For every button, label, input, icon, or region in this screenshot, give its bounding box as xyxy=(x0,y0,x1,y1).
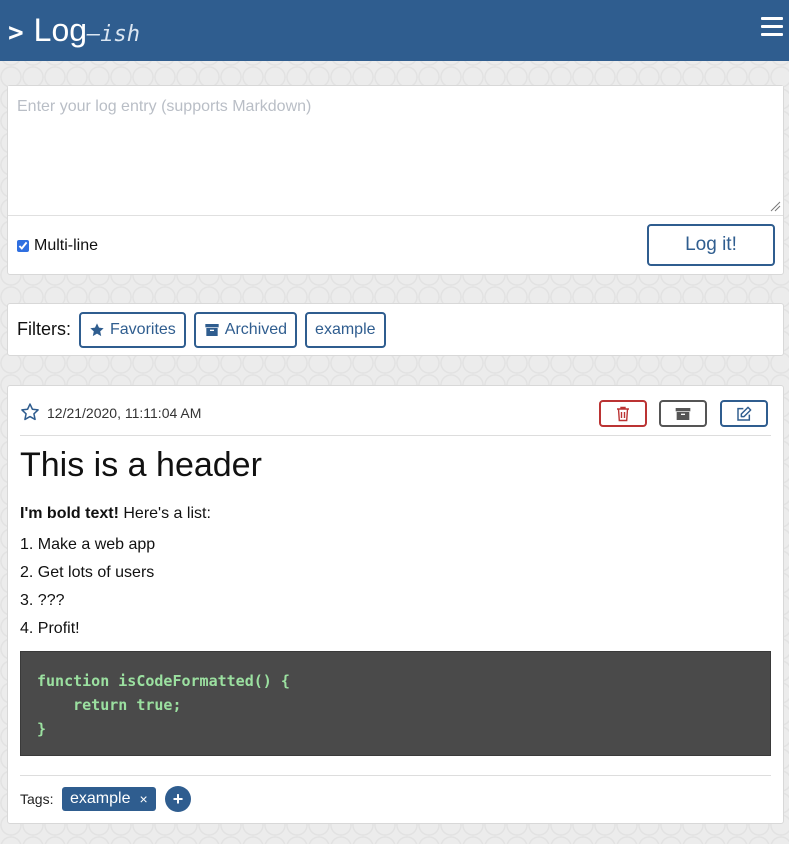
list-item: 4. Profit! xyxy=(20,620,80,637)
log-it-button[interactable]: Log it! xyxy=(647,224,775,266)
multiline-checkbox[interactable] xyxy=(17,240,29,252)
prompt-symbol: > xyxy=(8,18,24,48)
log-bold-text: I'm bold text! xyxy=(20,505,119,522)
multiline-label: Multi-line xyxy=(34,237,99,254)
filter-tag-label: example xyxy=(315,320,376,338)
star-icon xyxy=(90,322,104,336)
log-entry-body: This is a header I'm bold text! Here's a… xyxy=(20,446,771,756)
add-tag-button[interactable]: + xyxy=(165,786,191,812)
log-entry-header: 12/21/2020, 11:11:04 AM xyxy=(20,400,771,436)
filter-archived-label: Archived xyxy=(224,320,288,338)
list-item: 2. Get lots of users xyxy=(20,564,155,581)
delete-button[interactable] xyxy=(599,400,647,427)
log-list: 1. Make a web app 2. Get lots of users 3… xyxy=(20,533,771,645)
filter-tag-example-button[interactable]: example xyxy=(305,311,386,348)
hamburger-menu-icon[interactable] xyxy=(761,17,783,37)
app-title-suffix: —ish xyxy=(87,22,141,47)
log-timestamp: 12/21/2020, 11:11:04 AM xyxy=(47,405,202,421)
log-entry-input[interactable] xyxy=(8,86,783,216)
log-paragraph: I'm bold text! Here's a list: xyxy=(20,505,771,523)
list-item: 3. ??? xyxy=(20,592,65,609)
entry-card: Multi-line Log it! xyxy=(7,85,784,275)
app-title: Log xyxy=(33,12,88,48)
log-text: Here's a list: xyxy=(118,505,211,522)
filter-favorites-button[interactable]: Favorites xyxy=(79,311,186,348)
filter-favorites-label: Favorites xyxy=(110,320,176,338)
list-item: 1. Make a web app xyxy=(20,536,156,553)
tags-footer: Tags: example × + xyxy=(20,775,771,820)
code-line: function isCodeFormatted() { xyxy=(37,672,290,690)
multiline-toggle[interactable]: Multi-line xyxy=(17,237,98,255)
log-heading: This is a header xyxy=(20,446,262,484)
code-block: function isCodeFormatted() { return true… xyxy=(20,651,771,756)
remove-tag-icon[interactable]: × xyxy=(139,791,147,807)
tags-label: Tags: xyxy=(20,791,54,807)
filters-bar: Filters: Favorites Archived example xyxy=(7,303,784,356)
code-line: } xyxy=(37,720,47,738)
edit-button[interactable] xyxy=(720,400,768,427)
archive-button[interactable] xyxy=(659,400,707,427)
tag-label: example xyxy=(70,790,131,807)
favorite-star-icon[interactable] xyxy=(20,402,40,422)
trash-icon xyxy=(617,406,629,421)
top-bar: > Log —ish xyxy=(0,0,789,61)
filter-archived-button[interactable]: Archived xyxy=(193,311,298,348)
archive-icon xyxy=(675,407,691,420)
code-line: return true; xyxy=(37,696,182,714)
resize-grip-icon[interactable] xyxy=(769,200,781,212)
app-brand[interactable]: > Log —ish xyxy=(8,12,140,49)
edit-icon xyxy=(737,406,752,421)
log-entry-card: 12/21/2020, 11:11:04 AM This is a header… xyxy=(7,385,784,824)
archive-icon xyxy=(205,323,219,336)
tag-chip[interactable]: example × xyxy=(62,787,156,811)
filters-label: Filters: xyxy=(17,319,71,339)
